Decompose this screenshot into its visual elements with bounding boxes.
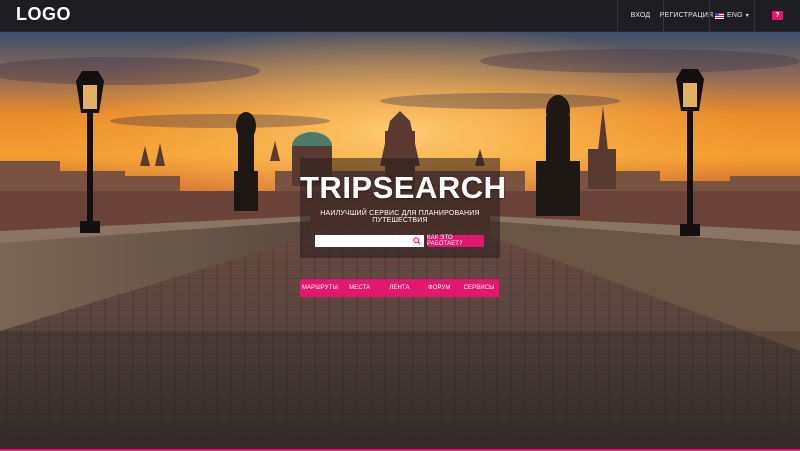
menu-item-places[interactable]: МЕСТА xyxy=(340,279,380,297)
help-cell: ? xyxy=(754,0,800,31)
how-it-works-button[interactable]: КАК ЭТО РАБОТАЕТ? xyxy=(427,235,484,247)
us-flag-icon xyxy=(715,12,724,19)
login-link[interactable]: ВХОД xyxy=(617,0,663,31)
language-selector[interactable]: ENG ▾ xyxy=(709,0,754,31)
main-category-menu: МАРШРУТЫ МЕСТА ЛЕНТА ФОРУМ СЕРВИСЫ xyxy=(300,279,499,297)
search-input[interactable] xyxy=(315,235,424,247)
top-navigation-bar: LOGO ВХОД РЕГИСТРАЦИЯ ENG ▾ ? xyxy=(0,0,800,32)
menu-item-routes[interactable]: МАРШРУТЫ xyxy=(300,279,340,297)
site-title: TRIPSEARCH xyxy=(300,170,507,205)
site-tagline: НАИЛУЧШИЙ СЕРВИС ДЛЯ ПЛАНИРОВАНИЯ ПУТЕШЕ… xyxy=(320,210,480,224)
menu-item-services[interactable]: СЕРВИСЫ xyxy=(459,279,499,297)
help-button[interactable]: ? xyxy=(772,11,783,20)
search-icon[interactable] xyxy=(413,237,421,245)
menu-item-feed[interactable]: ЛЕНТА xyxy=(380,279,420,297)
chevron-down-icon: ▾ xyxy=(745,13,749,19)
menu-item-forum[interactable]: ФОРУМ xyxy=(419,279,459,297)
header-actions: ВХОД РЕГИСТРАЦИЯ ENG ▾ ? xyxy=(617,0,800,31)
language-label: ENG xyxy=(727,12,743,19)
register-link[interactable]: РЕГИСТРАЦИЯ xyxy=(660,0,713,31)
site-logo[interactable]: LOGO xyxy=(16,4,71,25)
